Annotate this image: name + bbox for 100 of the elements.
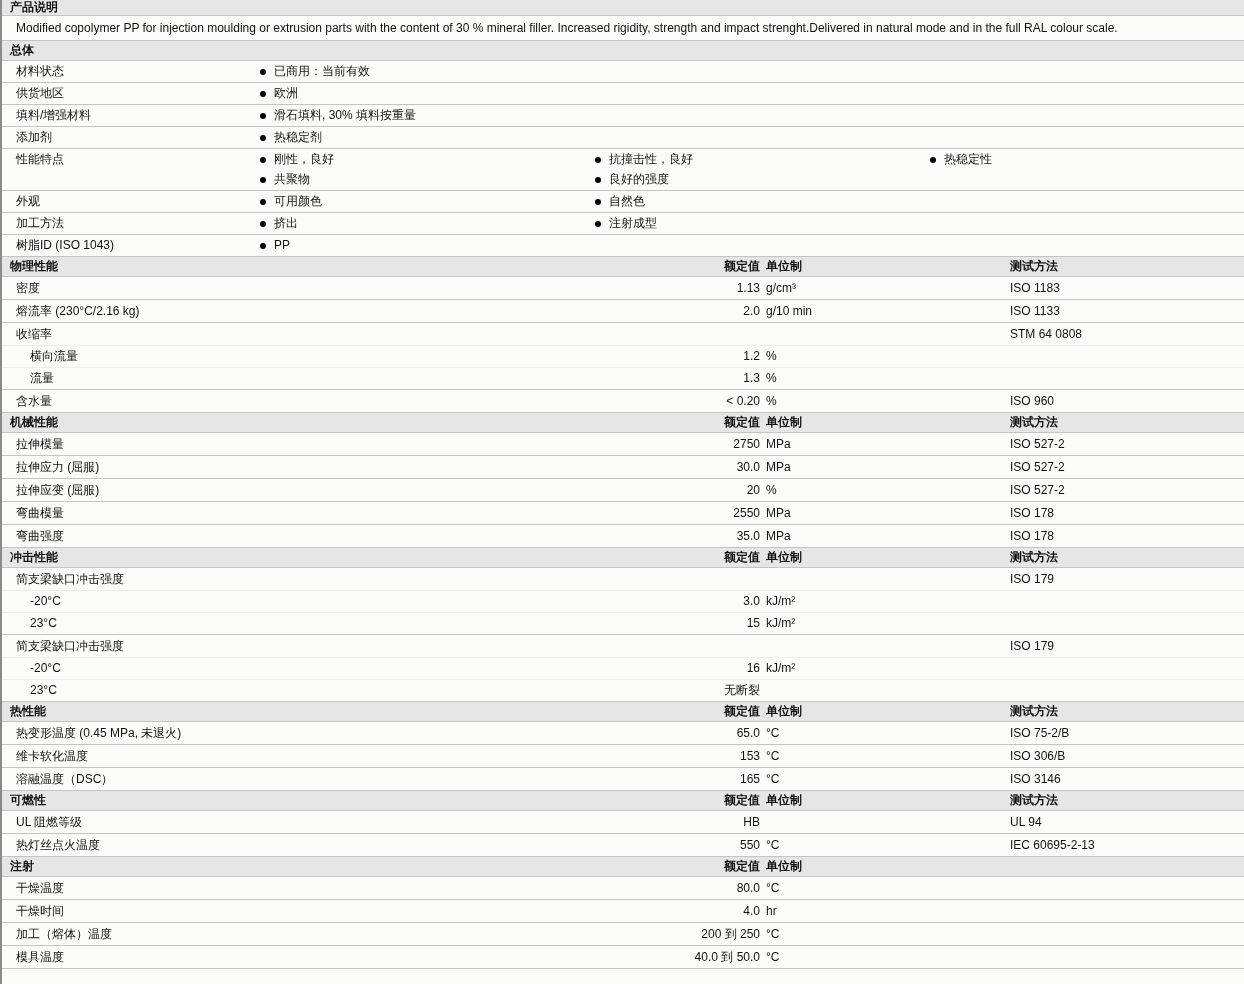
- test-method-cell-text: ISO 1183: [1010, 280, 1061, 296]
- bullet-icon: [260, 156, 266, 163]
- property-value: 已商用：当前有效: [274, 64, 370, 79]
- property-label: 流量: [29, 371, 55, 386]
- value-cell-text: 65.0: [735, 725, 760, 741]
- bullet-icon: [595, 198, 601, 205]
- column-header: 测试方法: [1010, 259, 1059, 274]
- test-method-cell-text: ISO 306/B: [1010, 748, 1067, 764]
- test-method-cell-text: ISO 179: [1010, 638, 1056, 654]
- unit-cell-text: °C: [765, 748, 781, 764]
- test-method-cell-text: ISO 178: [1010, 528, 1056, 544]
- section-title: 可燃性: [9, 793, 47, 808]
- property-label: 简支梁缺口冲击强度: [15, 638, 125, 654]
- property-label: 拉伸模量: [15, 436, 65, 452]
- property-label: 模具温度: [15, 949, 65, 965]
- property-value: 共聚物: [274, 172, 310, 187]
- property-label: 溶融温度（DSC）: [15, 771, 115, 787]
- section-title: 注射: [9, 859, 35, 874]
- section-title: 总体: [8, 43, 35, 58]
- test-method-cell-text: ISO 3146: [1010, 771, 1062, 787]
- property-value: 自然色: [609, 194, 645, 209]
- property-label: 供货地区: [15, 86, 65, 101]
- bullet-icon: [260, 198, 266, 205]
- value-cell-text: 2550: [732, 505, 760, 521]
- test-method-cell-text: STM 64 0808: [1010, 326, 1084, 342]
- property-label: 干燥温度: [15, 880, 65, 896]
- value-cell-text: HB: [742, 814, 760, 830]
- unit-cell-text: kJ/m²: [765, 616, 797, 631]
- unit-cell-text: hr: [765, 903, 778, 919]
- value-cell-text: 30.0: [735, 459, 760, 475]
- property-label: 材料状态: [15, 64, 65, 79]
- property-label: 维卡软化温度: [15, 748, 89, 764]
- unit-cell-text: %: [765, 482, 778, 498]
- column-header: 单位制: [765, 793, 803, 808]
- value-cell-text: 无断裂: [723, 683, 760, 698]
- section-title: 物理性能: [9, 259, 59, 274]
- unit-cell-text: °C: [765, 837, 781, 853]
- column-header: 测试方法: [1010, 550, 1059, 565]
- property-label: 热灯丝点火温度: [15, 837, 101, 853]
- bullet-icon: [260, 68, 266, 75]
- column-header: 测试方法: [1010, 793, 1059, 808]
- bullet-icon: [595, 176, 601, 183]
- unit-cell-text: °C: [765, 771, 781, 787]
- property-label: 23°C: [29, 683, 58, 698]
- column-header: 单位制: [765, 704, 803, 719]
- unit-cell-text: kJ/m²: [765, 661, 797, 676]
- column-header: 测试方法: [1010, 415, 1059, 430]
- property-label: 干燥时间: [15, 903, 65, 919]
- property-label: 含水量: [15, 393, 53, 409]
- test-method-cell-text: ISO 178: [1010, 505, 1056, 521]
- property-value: 热稳定性: [944, 152, 992, 167]
- value-cell-text: 3.0: [742, 594, 760, 609]
- test-method-cell-text: ISO 1133: [1010, 303, 1061, 319]
- value-cell-text: 20: [745, 482, 760, 498]
- property-label: 加工（熔体）温度: [15, 926, 113, 942]
- column-header: 额定值: [723, 793, 760, 808]
- value-cell-text: 35.0: [735, 528, 760, 544]
- test-method-cell-text: ISO 960: [1010, 393, 1056, 409]
- property-label: -20°C: [29, 594, 62, 609]
- property-value: 滑石填料, 30% 填料按重量: [274, 108, 417, 123]
- column-header: 额定值: [723, 550, 760, 565]
- value-cell-text: 550: [738, 837, 760, 853]
- section-title: 产品说明: [9, 0, 59, 15]
- unit-cell-text: %: [765, 349, 778, 364]
- section-title: 热性能: [9, 704, 47, 719]
- property-label: UL 阻燃等级: [15, 814, 84, 830]
- unit-cell-text: %: [765, 371, 778, 386]
- property-label: 密度: [15, 280, 41, 296]
- section-title: 机械性能: [9, 415, 59, 430]
- test-method-cell-text: ISO 75-2/B: [1010, 725, 1071, 741]
- property-label: 简支梁缺口冲击强度: [15, 571, 125, 587]
- property-label: -20°C: [29, 661, 62, 676]
- property-label: 热变形温度 (0.45 MPa, 未退火): [15, 725, 183, 741]
- bullet-icon: [260, 112, 266, 119]
- property-label: 性能特点: [15, 152, 65, 168]
- value-cell-text: 80.0: [735, 880, 760, 896]
- unit-cell-text: g/cm³: [765, 280, 797, 296]
- property-value: 欧洲: [274, 86, 298, 101]
- value-cell-text: 4.0: [742, 903, 760, 919]
- bullet-icon: [260, 220, 266, 227]
- property-value: 抗撞击性，良好: [609, 152, 693, 167]
- bullet-icon: [260, 242, 266, 249]
- unit-cell-text: kJ/m²: [765, 594, 797, 609]
- unit-cell-text: °C: [765, 926, 781, 942]
- value-cell-text: < 0.20: [725, 393, 760, 409]
- value-cell-text: 15: [745, 616, 760, 631]
- property-label: 弯曲强度: [15, 528, 65, 544]
- property-label: 拉伸应力 (屈服): [15, 459, 101, 475]
- property-value: 良好的强度: [609, 172, 669, 187]
- bullet-icon: [260, 176, 266, 183]
- property-label: 熔流率 (230°C/2.16 kg): [15, 303, 141, 319]
- value-cell-text: 153: [738, 748, 760, 764]
- property-label: 横向流量: [29, 349, 79, 364]
- value-cell-text: 16: [745, 661, 760, 676]
- property-value: 可用颜色: [274, 194, 322, 209]
- unit-cell-text: g/10 min: [765, 303, 814, 319]
- unit-cell-text: °C: [765, 725, 781, 741]
- property-label: 23°C: [29, 616, 58, 631]
- bullet-icon: [595, 220, 601, 227]
- bullet-icon: [595, 156, 601, 163]
